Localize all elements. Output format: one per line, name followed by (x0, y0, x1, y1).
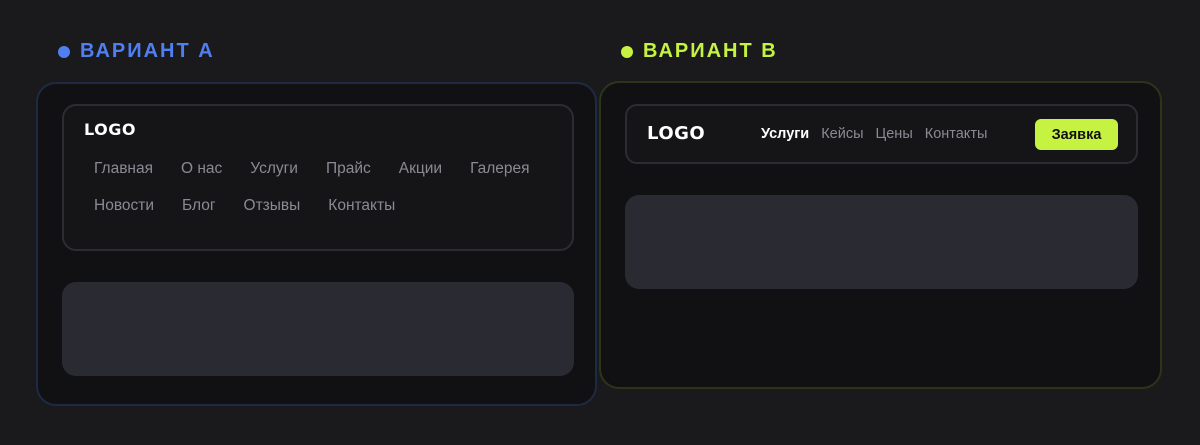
variant-b-heading: ВАРИАНТ В (621, 40, 778, 63)
menu-item-pricing[interactable]: Прайс (326, 160, 371, 178)
menu-item-reviews[interactable]: Отзывы (244, 197, 301, 215)
variant-b-logo[interactable]: LOGO (647, 123, 705, 144)
variant-b-header: LOGO Услуги Кейсы Цены Контакты Заявка (625, 104, 1138, 164)
nav-item-contacts[interactable]: Контакты (925, 126, 988, 142)
menu-item-gallery[interactable]: Галерея (470, 160, 529, 178)
variant-a-menu: Главная О нас Услуги Прайс Акции Галерея… (94, 160, 574, 215)
variant-b-title: ВАРИАНТ В (643, 40, 778, 62)
menu-item-blog[interactable]: Блог (182, 197, 216, 215)
comparison-stage: ВАРИАНТ А ВАРИАНТ В LOGO Главная О нас У… (0, 0, 1200, 445)
menu-item-about[interactable]: О нас (181, 160, 222, 178)
menu-item-news[interactable]: Новости (94, 197, 154, 215)
variant-a-frame: LOGO Главная О нас Услуги Прайс Акции Га… (36, 82, 597, 406)
nav-item-prices[interactable]: Цены (876, 126, 913, 142)
nav-item-cases[interactable]: Кейсы (821, 126, 863, 142)
variant-b-nav: Услуги Кейсы Цены Контакты (761, 126, 987, 142)
variant-b-content-placeholder (625, 195, 1138, 289)
variant-a-logo[interactable]: LOGO (84, 120, 136, 139)
menu-item-promos[interactable]: Акции (399, 160, 442, 178)
variant-a-header: LOGO Главная О нас Услуги Прайс Акции Га… (62, 104, 574, 251)
variant-a-content-placeholder (62, 282, 574, 376)
nav-item-services[interactable]: Услуги (761, 126, 809, 142)
variant-a-heading: ВАРИАНТ А (58, 40, 215, 63)
menu-item-services[interactable]: Услуги (250, 160, 298, 178)
menu-item-contacts[interactable]: Контакты (328, 197, 395, 215)
variant-b-frame: LOGO Услуги Кейсы Цены Контакты Заявка (599, 81, 1162, 389)
menu-item-main[interactable]: Главная (94, 160, 153, 178)
variant-b-dot-icon (621, 45, 633, 58)
request-button[interactable]: Заявка (1035, 119, 1118, 150)
variant-a-dot-icon (58, 45, 70, 58)
variant-a-title: ВАРИАНТ А (80, 40, 215, 62)
